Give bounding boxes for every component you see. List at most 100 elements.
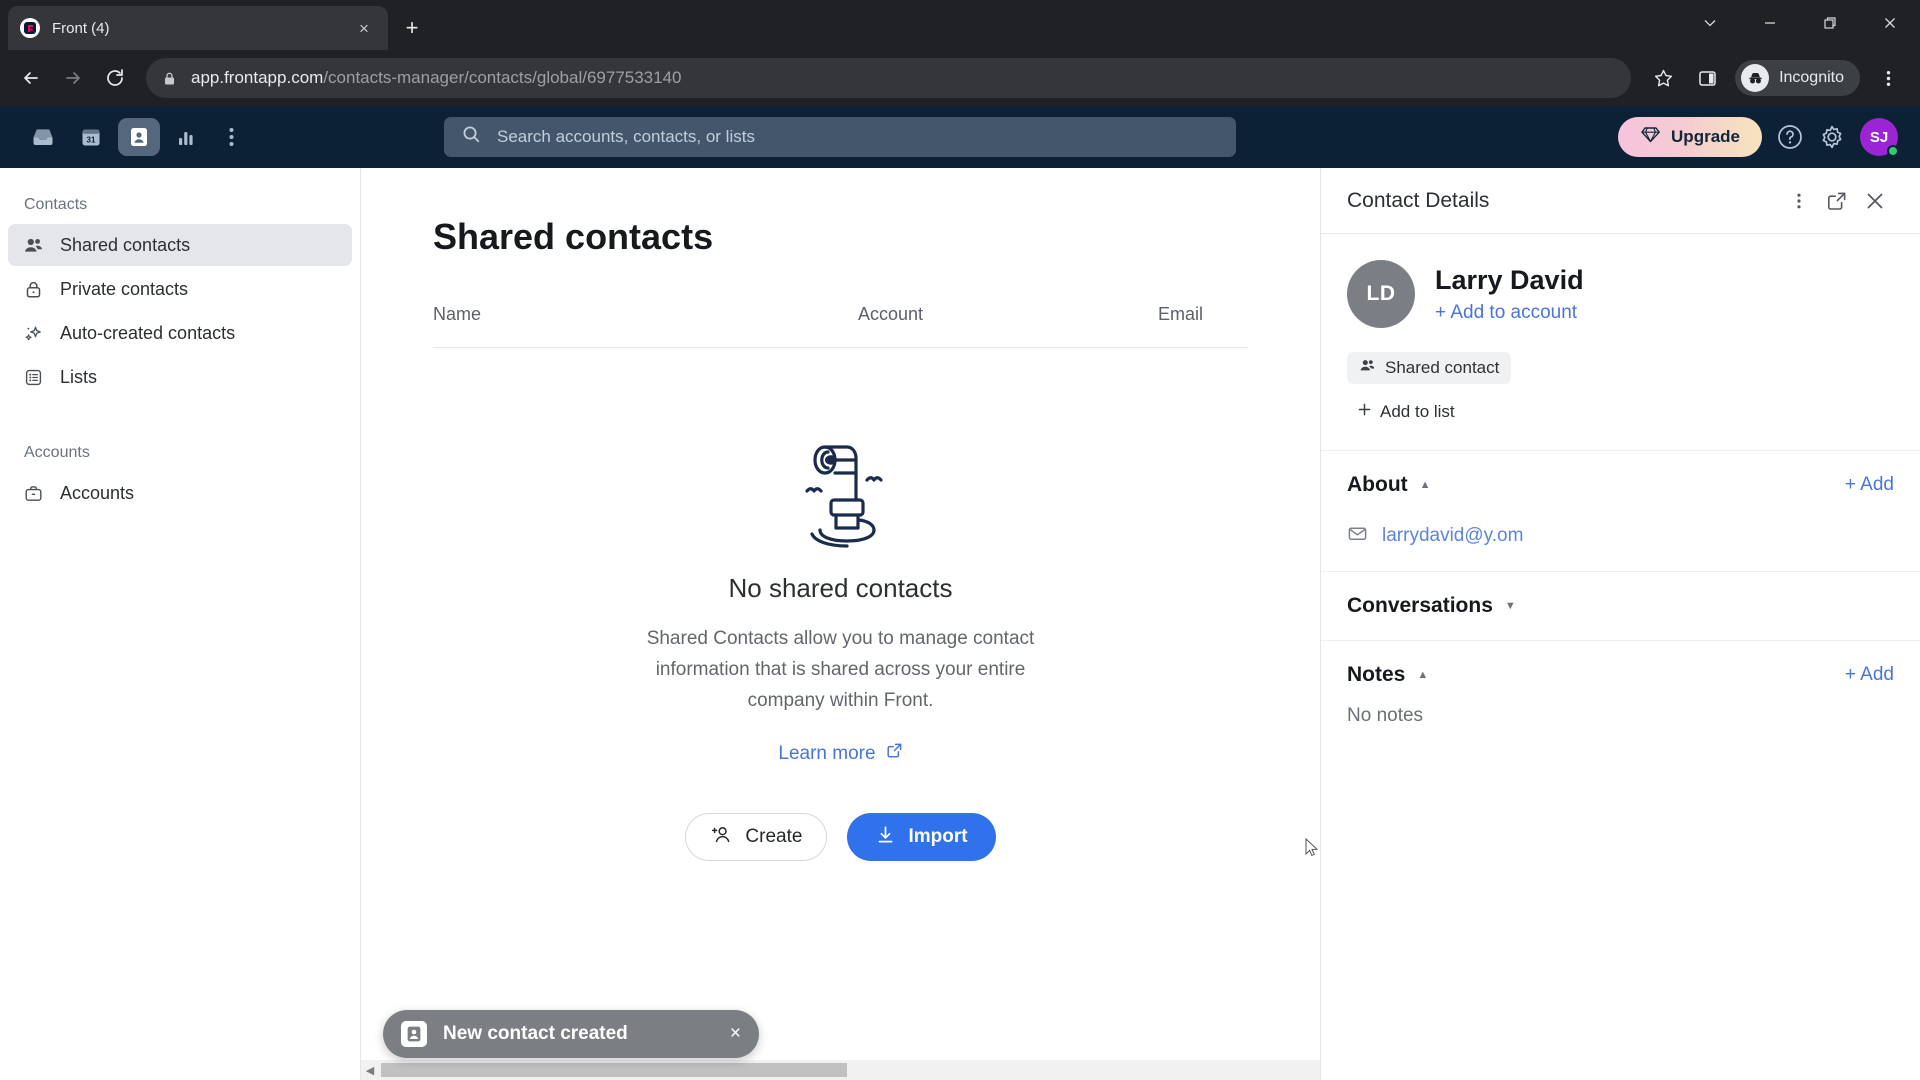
- back-icon[interactable]: [10, 57, 52, 99]
- external-link-icon: [886, 742, 903, 765]
- plus-icon: [1357, 402, 1372, 422]
- contact-identity-row: LD Larry David + Add to account: [1347, 260, 1894, 328]
- svg-text:31: 31: [87, 135, 96, 144]
- contact-details-panel: Contact Details LD Larry David + Add to …: [1320, 168, 1920, 1080]
- contact-email[interactable]: larrydavid@y.om: [1382, 525, 1523, 547]
- sidebar-item-accounts[interactable]: Accounts: [8, 472, 352, 514]
- kebab-menu-icon[interactable]: [1868, 58, 1908, 98]
- tab-close-icon[interactable]: ×: [352, 16, 376, 40]
- about-email-row: larrydavid@y.om: [1347, 523, 1894, 549]
- shared-contact-chip-label: Shared contact: [1385, 358, 1500, 377]
- window-controls: [1680, 0, 1920, 45]
- notes-empty-text: No notes: [1347, 705, 1424, 726]
- section-conversations-header[interactable]: Conversations ▼: [1347, 594, 1894, 618]
- section-notes: Notes ▲ + Add No notes: [1321, 640, 1920, 749]
- sidebar-item-auto-created-contacts[interactable]: Auto-created contacts: [8, 312, 352, 354]
- section-about-header[interactable]: About ▲ + Add: [1347, 473, 1894, 497]
- incognito-icon: [1741, 64, 1770, 92]
- lock-icon: [162, 71, 177, 86]
- browser-tab-title: Front (4): [52, 19, 110, 37]
- avatar[interactable]: SJ: [1860, 118, 1899, 157]
- address-bar[interactable]: app.frontapp.com/contacts-manager/contac…: [146, 58, 1632, 98]
- main-inner: Shared contacts Name Account Email: [361, 168, 1320, 348]
- lock-icon: [22, 279, 44, 300]
- chevron-down-icon[interactable]: ▼: [1505, 600, 1516, 612]
- add-to-list-label: Add to list: [1380, 402, 1455, 421]
- empty-state-title: No shared contacts: [728, 573, 953, 603]
- search-placeholder: Search accounts, contacts, or lists: [497, 127, 755, 146]
- incognito-label: Incognito: [1779, 69, 1844, 86]
- section-about-title: About: [1347, 473, 1408, 496]
- nav-more-icon[interactable]: [214, 118, 248, 156]
- shared-contact-chip[interactable]: Shared contact: [1347, 352, 1512, 384]
- sidebar-item-label: Lists: [60, 366, 98, 387]
- reload-icon[interactable]: [94, 57, 136, 99]
- chevron-down-icon[interactable]: [1680, 0, 1740, 45]
- contacts-table-header: Name Account Email: [433, 304, 1248, 348]
- browser-toolbar: app.frontapp.com/contacts-manager/contac…: [0, 50, 1920, 106]
- column-header-name[interactable]: Name: [433, 304, 858, 325]
- people-icon: [1359, 357, 1376, 379]
- contact-card-icon: [401, 1021, 427, 1047]
- add-person-icon: [710, 823, 733, 852]
- main-content: Shared contacts Name Account Email No sh…: [361, 168, 1320, 1080]
- add-to-account-link[interactable]: + Add to account: [1435, 302, 1584, 324]
- horizontal-scrollbar[interactable]: ◀: [361, 1060, 1320, 1080]
- close-icon[interactable]: [1856, 182, 1894, 220]
- sidebar-item-label: Auto-created contacts: [60, 322, 236, 343]
- presence-dot: [1887, 145, 1899, 157]
- learn-more-label: Learn more: [778, 742, 876, 764]
- contact-name: Larry David: [1435, 264, 1584, 295]
- sidebar-item-lists[interactable]: Lists: [8, 356, 352, 398]
- side-panel-icon[interactable]: [1687, 58, 1727, 98]
- section-notes-add-button[interactable]: + Add: [1845, 664, 1894, 686]
- scroll-left-arrow-icon[interactable]: ◀: [361, 1064, 379, 1077]
- contact-details-header: Contact Details: [1321, 168, 1920, 234]
- import-label: Import: [908, 826, 968, 848]
- section-about-add-button[interactable]: + Add: [1845, 474, 1894, 496]
- workspace: Contacts Shared contacts Private contact…: [0, 168, 1920, 1080]
- scrollbar-thumb[interactable]: [381, 1063, 847, 1077]
- sidebar-item-private-contacts[interactable]: Private contacts: [8, 268, 352, 310]
- contact-name-block: Larry David + Add to account: [1435, 265, 1584, 324]
- restore-icon[interactable]: [1800, 0, 1860, 45]
- close-icon[interactable]: [1860, 0, 1920, 45]
- sidebar-item-shared-contacts[interactable]: Shared contacts: [8, 224, 352, 266]
- briefcase-icon: [22, 483, 44, 504]
- chevron-up-icon[interactable]: ▲: [1417, 669, 1428, 681]
- search-input[interactable]: Search accounts, contacts, or lists: [444, 117, 1236, 157]
- gear-icon[interactable]: [1818, 123, 1846, 151]
- nav-analytics-icon[interactable]: [166, 118, 208, 156]
- browser-tab[interactable]: Front (4) ×: [8, 6, 388, 50]
- sparkles-icon: [22, 323, 44, 344]
- import-button[interactable]: Import: [847, 813, 996, 862]
- empty-state-actions: Create Import: [685, 813, 996, 862]
- empty-state: No shared contacts Shared Contacts allow…: [361, 348, 1320, 1080]
- browser-chrome: Front (4) × + app.frontapp.com/contacts-…: [0, 0, 1920, 106]
- column-header-email[interactable]: Email: [1158, 304, 1248, 325]
- new-tab-button[interactable]: +: [396, 12, 428, 44]
- kebab-menu-icon[interactable]: [1780, 182, 1818, 220]
- browser-tabstrip: Front (4) × +: [0, 0, 1920, 50]
- minimize-icon[interactable]: [1740, 0, 1800, 45]
- help-icon[interactable]: [1776, 123, 1804, 151]
- incognito-indicator[interactable]: Incognito: [1735, 60, 1860, 96]
- nav-inbox-icon[interactable]: [22, 118, 64, 156]
- section-notes-header[interactable]: Notes ▲ + Add: [1347, 663, 1894, 687]
- upgrade-button[interactable]: Upgrade: [1618, 117, 1762, 157]
- contact-avatar: LD: [1347, 260, 1415, 328]
- nav-contacts-icon[interactable]: [118, 118, 160, 156]
- envelope-icon: [1347, 523, 1368, 549]
- forward-icon[interactable]: [52, 57, 94, 99]
- chevron-up-icon[interactable]: ▲: [1420, 479, 1431, 491]
- star-icon[interactable]: [1643, 58, 1683, 98]
- learn-more-link[interactable]: Learn more: [778, 742, 902, 765]
- nav-calendar-icon[interactable]: 31: [70, 118, 112, 156]
- avatar-initials: SJ: [1869, 128, 1889, 146]
- column-header-account[interactable]: Account: [858, 304, 1158, 325]
- search-icon: [462, 125, 481, 149]
- add-to-list-button[interactable]: Add to list: [1347, 396, 1465, 428]
- toast-close-icon[interactable]: ×: [730, 1023, 741, 1045]
- open-external-icon[interactable]: [1818, 182, 1856, 220]
- create-button[interactable]: Create: [685, 813, 828, 862]
